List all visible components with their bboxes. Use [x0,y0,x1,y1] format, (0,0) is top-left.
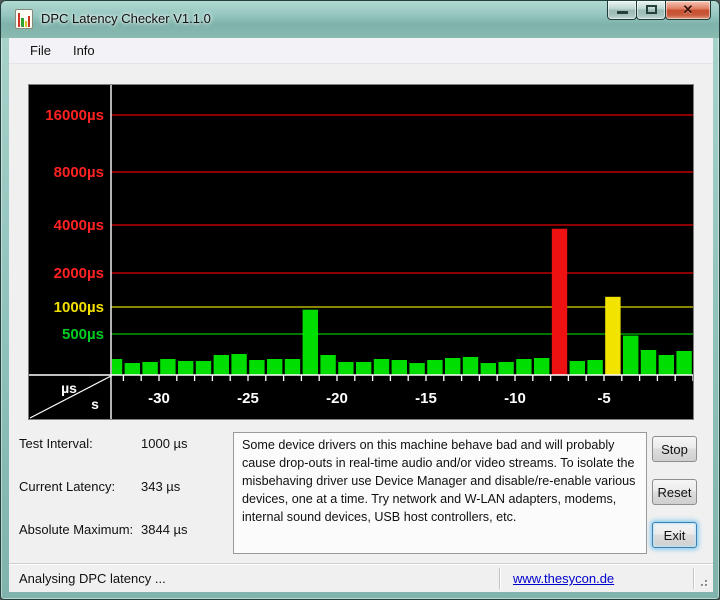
latency-bar [196,361,211,375]
stop-button[interactable]: Stop [652,436,697,462]
latency-bar [142,362,157,375]
latency-bar [623,336,638,375]
minimize-button[interactable] [607,1,637,20]
latency-bar [214,355,229,375]
latency-bar [641,350,656,375]
current-latency-value: 343 µs [141,479,180,494]
latency-bar [498,362,513,375]
latency-bar [178,361,193,375]
menu-item-info[interactable]: Info [62,40,106,61]
latency-bar [605,297,620,375]
latency-bar [320,355,335,375]
latency-bar [481,363,496,375]
maximize-icon [646,5,657,14]
latency-bar [409,363,424,375]
y-axis-label: 4000µs [54,217,104,234]
latency-bar [112,359,122,375]
resize-grip-icon[interactable] [696,575,708,587]
y-axis-label: 16000µs [45,107,104,124]
test-interval-label: Test Interval: [19,436,93,451]
latency-bar [356,362,371,375]
latency-chart-panel: 16000µs 8000µs 4000µs 2000µs 1000µs 500µs µss -… [28,84,694,420]
latency-bar [374,359,389,375]
app-icon-bar [21,18,23,27]
title-bar: DPC Latency Checker V1.1.0 ✕ [1,1,720,38]
exit-button[interactable]: Exit [652,522,697,548]
caption-buttons: ✕ [608,1,711,20]
latency-bar [303,310,318,375]
minimize-icon [617,11,628,14]
latency-bar [392,360,407,375]
latency-bar [463,357,478,375]
x-axis-label: -10 [504,390,526,407]
latency-bar [249,360,264,375]
latency-bar [267,359,282,375]
status-text: Analysing DPC latency ... [19,571,166,586]
website-link[interactable]: www.thesycon.de [513,571,614,586]
close-icon: ✕ [666,2,710,18]
current-latency-label: Current Latency: [19,479,115,494]
x-axis-label: -30 [148,390,170,407]
latency-bar [534,358,549,375]
app-icon-bar [18,13,20,27]
x-axis-label: -5 [597,390,610,407]
absolute-maximum-label: Absolute Maximum: [19,522,133,537]
description-box[interactable]: Some device drivers on this machine beha… [233,432,647,554]
latency-bar [676,351,691,375]
statusbar-separator [693,568,695,589]
latency-bar [285,359,300,375]
y-unit-label: µs [61,380,77,396]
close-button[interactable]: ✕ [665,1,711,20]
reset-button[interactable]: Reset [652,479,697,505]
absolute-maximum-value: 3844 µs [141,522,188,537]
test-interval-value: 1000 µs [141,436,188,451]
x-axis-label: -25 [237,390,259,407]
status-bar: Analysing DPC latency ... www.thesycon.d… [9,563,713,592]
window-title: DPC Latency Checker V1.1.0 [41,11,211,26]
menu-bar: File Info [9,38,713,64]
latency-bar [445,358,460,375]
y-axis-label: 2000µs [54,265,104,282]
x-axis-label: -20 [326,390,348,407]
latency-bar [160,359,175,375]
latency-chart-svg: 16000µs 8000µs 4000µs 2000µs 1000µs 500µs µss -… [29,85,693,419]
y-axis-label: 8000µs [54,164,104,181]
y-axis-label: 500µs [62,326,104,343]
latency-bar [659,355,674,375]
latency-bar [516,359,531,375]
app-icon [15,9,33,29]
x-axis-label: -15 [415,390,437,407]
latency-bar [552,229,567,375]
app-icon-bar [28,16,30,27]
latency-bar [427,360,442,375]
latency-bar [231,354,246,375]
maximize-button[interactable] [636,1,666,20]
y-axis-label: 1000µs [54,299,104,316]
latency-bar [125,363,140,375]
app-icon-bar [25,21,27,27]
latency-bar [570,361,585,375]
latency-bar [587,360,602,375]
latency-bar [338,362,353,375]
menu-item-file[interactable]: File [19,40,62,61]
x-unit-label: s [91,396,99,412]
statusbar-separator [499,568,501,589]
app-window: DPC Latency Checker V1.1.0 ✕ File Info 1… [0,0,720,600]
